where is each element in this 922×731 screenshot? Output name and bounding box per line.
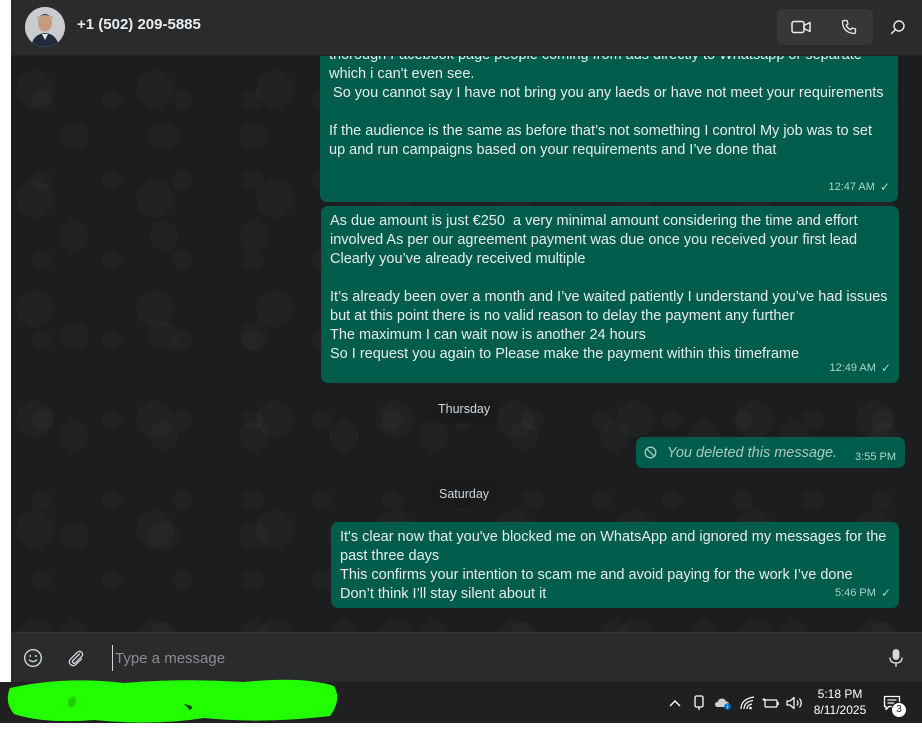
message-time: 5:46 PM <box>834 587 876 599</box>
svg-text:i: i <box>727 704 728 710</box>
search-icon <box>890 20 905 35</box>
cloud-icon: i <box>715 698 731 710</box>
avatar-photo <box>25 7 65 47</box>
chat-header: +1 (502) 209-5885 <box>11 0 922 56</box>
show-hidden-icons-button[interactable] <box>664 682 686 723</box>
day-separator: Saturday <box>430 481 499 508</box>
device-icon <box>694 694 704 710</box>
battery-charging-icon <box>762 697 779 708</box>
message-input[interactable] <box>112 645 855 671</box>
taskbar-clock[interactable]: 5:18 PM 8/11/2025 <box>805 686 875 718</box>
message-text: It's clear now that you've blocked me on… <box>340 529 887 602</box>
blocked-icon <box>644 446 657 459</box>
sent-check-icon: ✓ <box>879 180 890 194</box>
battery-button[interactable] <box>760 682 782 723</box>
contact-name[interactable]: +1 (502) 209-5885 <box>77 16 201 33</box>
message-text: As due amount is just €250 a very minima… <box>330 213 888 362</box>
message-meta: 5:46 PM ✓ <box>835 584 891 603</box>
call-buttons <box>777 9 873 45</box>
attach-button[interactable] <box>62 644 90 672</box>
emoji-icon <box>23 648 43 668</box>
search-button[interactable] <box>881 9 915 45</box>
tray-device-button[interactable] <box>689 682 709 723</box>
contact-avatar[interactable] <box>25 7 65 47</box>
deleted-message-bubble[interactable]: You deleted this message. 3:55 PM <box>636 437 905 468</box>
onedrive-button[interactable]: i <box>712 682 734 723</box>
voice-call-button[interactable] <box>825 9 873 45</box>
clock-date: 8/11/2025 <box>813 703 867 717</box>
sent-check-icon: ✓ <box>880 586 891 600</box>
windows-taskbar: i 5:18 PM 8/11/2025 <box>0 682 922 723</box>
message-bubble[interactable]: thorough Facebook page people coming fro… <box>320 56 898 202</box>
clock-time: 5:18 PM <box>817 687 863 701</box>
message-list[interactable]: thorough Facebook page people coming fro… <box>11 56 922 632</box>
message-time: 12:47 AM <box>828 181 875 193</box>
speaker-icon <box>786 696 802 709</box>
message-time: 3:55 PM <box>855 451 896 463</box>
message-meta: 12:49 AM ✓ <box>829 359 891 378</box>
deleted-message-text: You deleted this message. <box>667 444 838 461</box>
video-call-icon <box>791 20 811 34</box>
message-bubble[interactable]: It's clear now that you've blocked me on… <box>331 522 899 608</box>
sent-check-icon: ✓ <box>880 361 891 375</box>
voice-message-button[interactable] <box>882 644 910 672</box>
video-call-button[interactable] <box>777 9 825 45</box>
emoji-button[interactable] <box>19 644 47 672</box>
chevron-up-icon <box>669 699 681 706</box>
notification-count-badge: 3 <box>891 702 907 718</box>
message-meta: 12:47 AM ✓ <box>828 178 890 197</box>
volume-button[interactable] <box>784 682 806 723</box>
day-separator: Thursday <box>429 396 500 423</box>
message-bubble[interactable]: As due amount is just €250 a very minima… <box>321 206 899 383</box>
paperclip-icon <box>68 650 84 667</box>
microphone-icon <box>889 649 903 667</box>
wifi-icon <box>740 695 755 709</box>
voice-call-icon <box>841 19 857 35</box>
wifi-button[interactable] <box>737 682 759 723</box>
message-composer <box>11 632 922 682</box>
message-time: 12:49 AM <box>829 362 876 374</box>
whatsapp-window: +1 (502) 209-5885 thorough Face <box>11 0 922 682</box>
message-text: thorough Facebook page people coming fro… <box>329 56 884 158</box>
